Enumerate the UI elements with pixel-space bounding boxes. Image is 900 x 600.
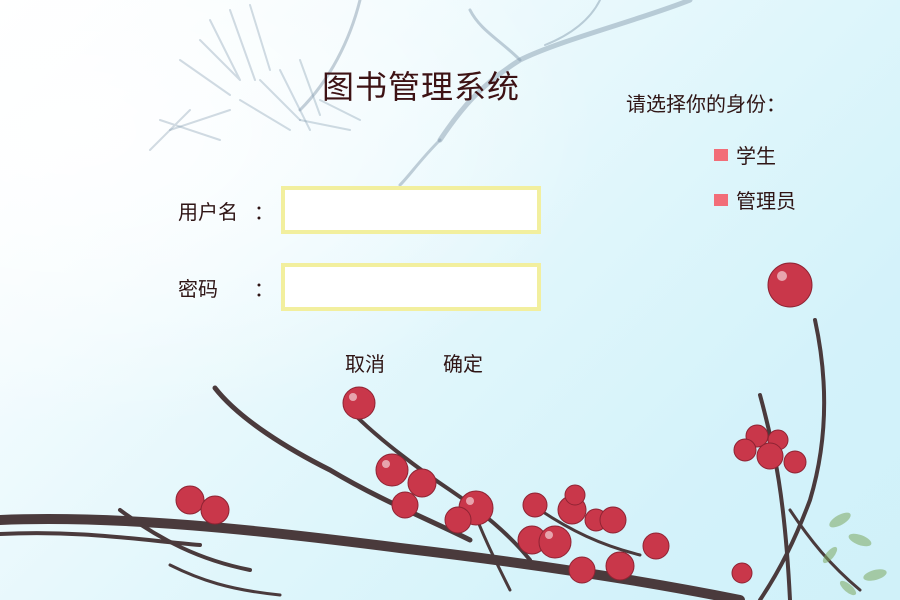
confirm-button[interactable]: 确定 bbox=[443, 348, 483, 377]
square-bullet-icon bbox=[714, 194, 728, 206]
password-label: 密码 bbox=[178, 277, 218, 301]
square-bullet-icon bbox=[714, 149, 728, 161]
role-option-student[interactable]: 学生 bbox=[714, 140, 776, 169]
username-colon: ： bbox=[254, 200, 274, 224]
password-input[interactable] bbox=[281, 263, 541, 311]
role-option-label: 学生 bbox=[736, 144, 776, 168]
username-input[interactable] bbox=[281, 186, 541, 234]
password-colon: ： bbox=[254, 277, 274, 301]
role-prompt: 请选择你的身份： bbox=[626, 92, 786, 116]
role-option-admin[interactable]: 管理员 bbox=[714, 185, 796, 214]
role-option-label: 管理员 bbox=[736, 189, 796, 213]
cancel-button[interactable]: 取消 bbox=[345, 348, 385, 377]
page-title: 图书管理系统 bbox=[322, 68, 521, 106]
username-label: 用户名 bbox=[178, 200, 238, 224]
